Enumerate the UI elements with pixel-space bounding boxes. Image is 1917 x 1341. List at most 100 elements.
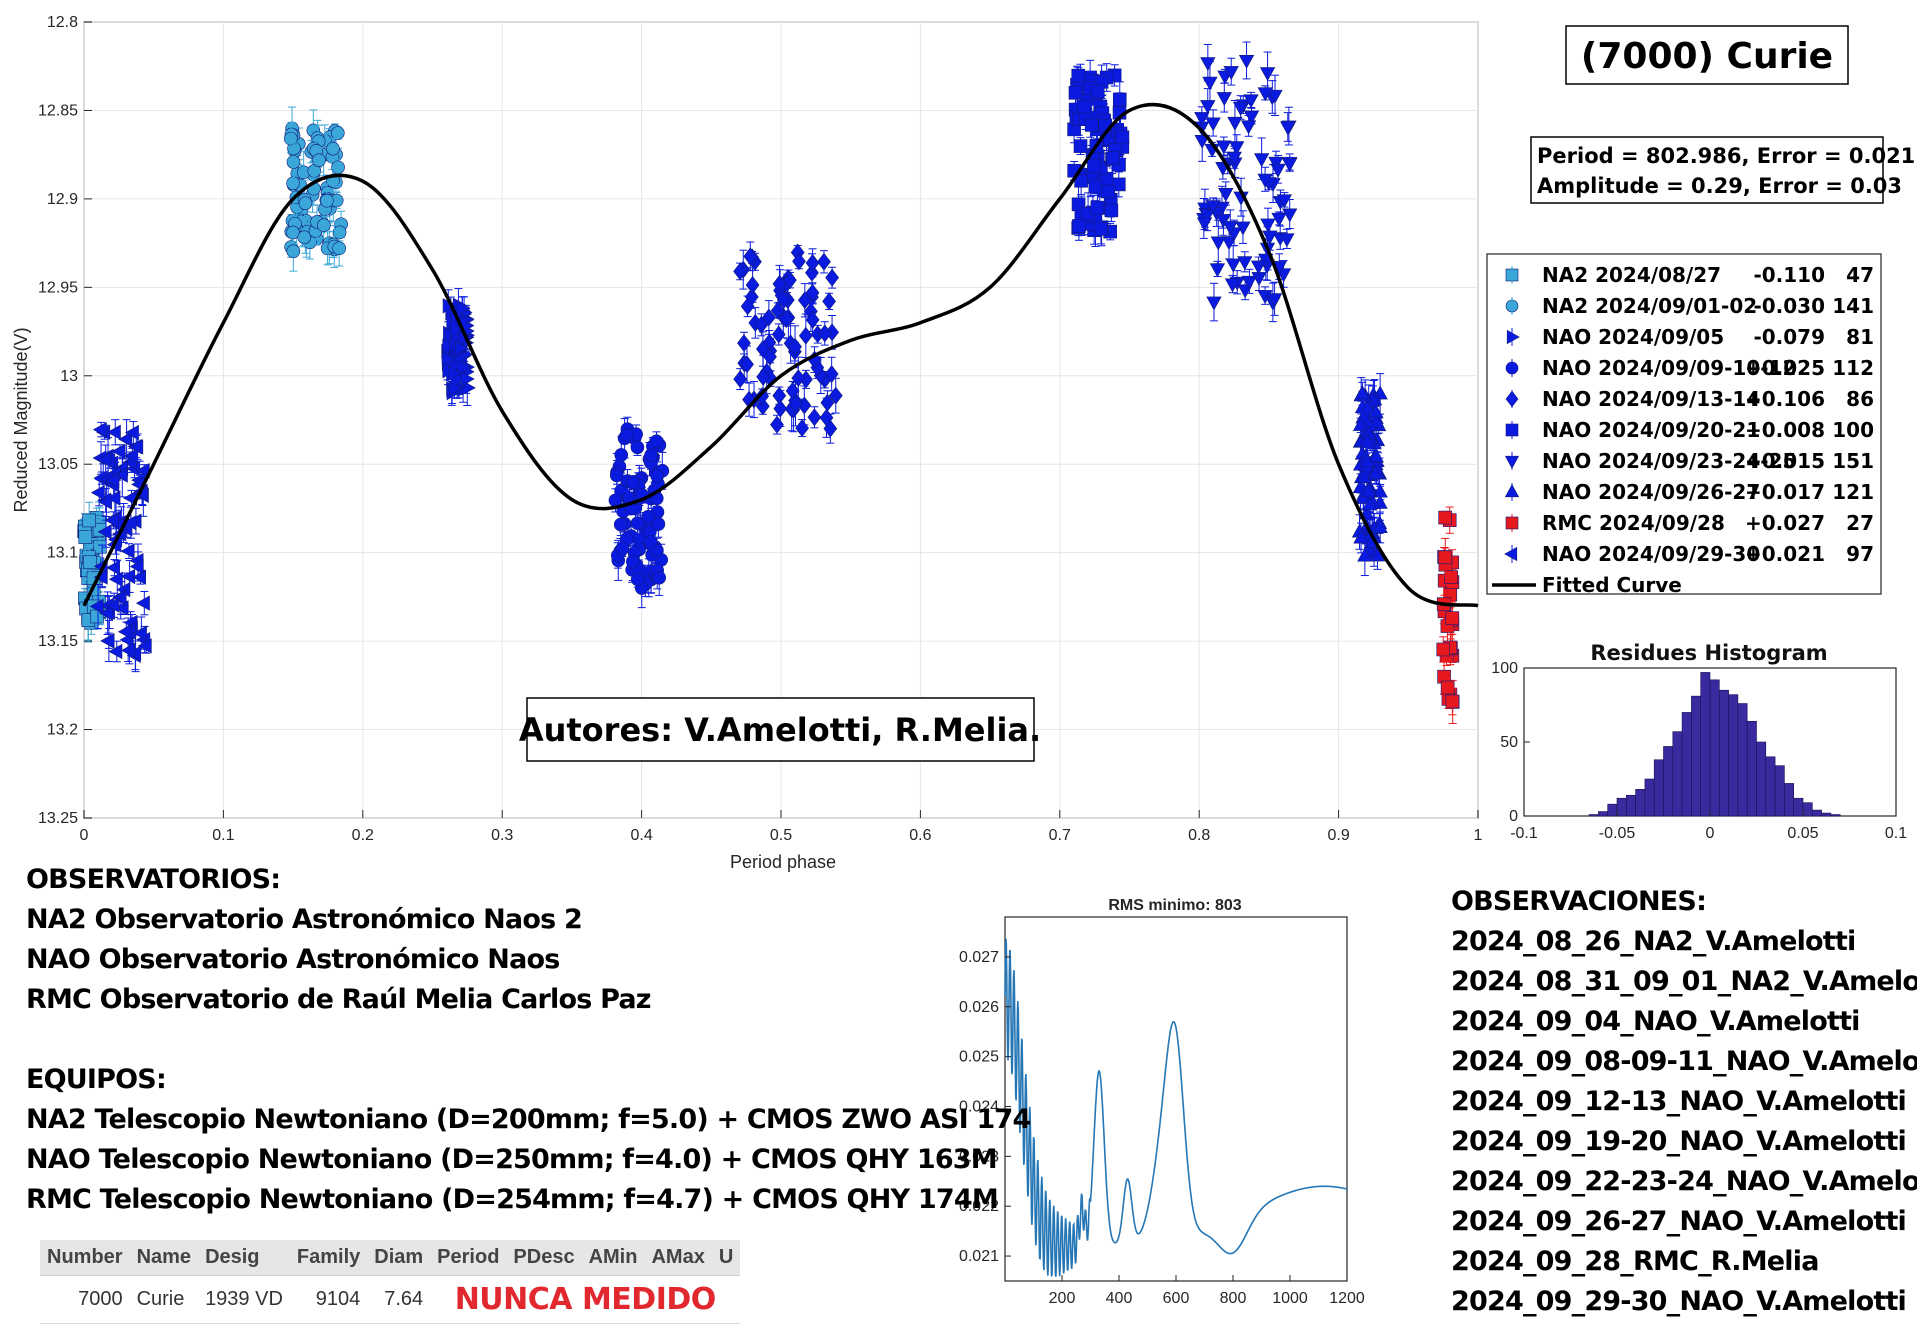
main-y-axis-label: Reduced Magnitude(V) (11, 327, 31, 512)
main-x-tick-label: 0.7 (1049, 827, 1071, 844)
data-point (1071, 68, 1086, 83)
object-title: (7000) Curie (1581, 36, 1833, 77)
histogram-bar (1607, 803, 1618, 817)
legend-marker (1505, 516, 1519, 530)
observacion-item: 2024_08_31_09_01_NA2_V.Amelotti (1451, 966, 1917, 997)
legend-entry: NA2 2024/09/01-02-0.030 141 (1505, 294, 1874, 318)
data-point (82, 513, 96, 528)
db-header-cell: Period (430, 1240, 507, 1276)
histogram-bar (1756, 741, 1767, 817)
legend-count: 100 (1832, 418, 1874, 442)
legend-count: 121 (1832, 480, 1874, 504)
observatorio-item: NAO Observatorio Astronómico Naos (26, 944, 560, 975)
db-header-cell: Desig (198, 1240, 290, 1276)
data-point (630, 516, 645, 531)
main-y-tick-label: 12.9 (47, 191, 78, 208)
legend-count: 97 (1846, 542, 1874, 566)
asteroid-db-table: Number Name Desig Family Diam Period PDe… (40, 1240, 741, 1324)
observaciones-heading: OBSERVACIONES: (1451, 886, 1707, 917)
legend-entry: NAO 2024/09/09-10-12+0.025 112 (1505, 356, 1874, 380)
main-y-tick-label: 13.1 (47, 545, 78, 562)
legend-offset: -0.110 (1753, 263, 1825, 287)
legend-marker (1505, 423, 1519, 437)
main-x-tick-label: 0.3 (491, 827, 513, 844)
data-point (613, 517, 628, 532)
data-point (1445, 611, 1460, 625)
histogram-x-tick-label: 0.05 (1787, 825, 1818, 842)
data-point (1094, 222, 1108, 236)
data-point (652, 570, 667, 585)
db-header-cell: U (711, 1240, 741, 1276)
legend-label: NAO 2024/09/29-30 (1542, 542, 1760, 566)
data-point (78, 530, 93, 544)
data-point (1090, 200, 1105, 215)
histogram-x-tick-label: -0.1 (1510, 825, 1538, 842)
histogram-bar (1709, 679, 1720, 817)
observacion-item: 2024_09_28_RMC_R.Melia (1451, 1246, 1819, 1277)
data-point (330, 126, 345, 140)
legend-label: NA2 2024/09/01-02 (1542, 294, 1757, 318)
histogram-bar (1784, 783, 1795, 817)
data-point (650, 468, 664, 483)
rms-y-tick-label: 0.026 (959, 999, 999, 1016)
main-y-tick-label: 12.85 (38, 102, 78, 119)
main-y-tick-label: 13 (60, 368, 78, 385)
observacion-item: 2024_09_08-09-11_NAO_V.Amelotti (1451, 1046, 1917, 1077)
data-point (651, 517, 666, 531)
legend-marker (1505, 268, 1519, 282)
main-x-tick-label: 0.9 (1327, 827, 1349, 844)
db-header-cell: Family (289, 1240, 368, 1276)
equipo-item: NA2 Telescopio Newtoniano (D=200mm; f=5.… (26, 1104, 1031, 1135)
rms-y-tick-label: 0.027 (959, 949, 999, 966)
histogram-bar (1616, 797, 1627, 817)
equipo-item: NAO Telescopio Newtoniano (D=250mm; f=4.… (26, 1144, 998, 1175)
main-y-tick-label: 13.25 (38, 810, 78, 827)
data-point (1438, 550, 1453, 565)
legend-offset: +0.025 (1745, 356, 1825, 380)
legend-offset: +0.017 (1745, 480, 1825, 504)
data-point (320, 193, 334, 208)
db-cell-name: Curie (129, 1275, 199, 1324)
main-x-tick-label: 1 (1474, 827, 1483, 844)
main-x-tick-label: 0.1 (212, 827, 234, 844)
data-point (317, 218, 331, 233)
data-point (1077, 99, 1091, 114)
rms-title: RMS minimo: 803 (1108, 897, 1241, 914)
observacion-item: 2024_09_22-23-24_NAO_V.Amelotti (1451, 1166, 1917, 1197)
db-row: 7000 Curie 1939 VD 9104 7.64 NUNCA MEDID… (40, 1275, 741, 1324)
legend-offset: +0.008 (1745, 418, 1825, 442)
data-point (626, 475, 640, 490)
main-x-tick-label: 0.5 (770, 827, 792, 844)
data-point (1438, 510, 1452, 525)
db-cell-family: 9104 (289, 1275, 368, 1324)
db-header-row: Number Name Desig Family Diam Period PDe… (40, 1240, 741, 1276)
observacion-item: 2024_09_19-20_NAO_V.Amelotti (1451, 1126, 1907, 1157)
data-point (331, 160, 345, 175)
legend-entry: NAO 2024/09/05 -0.079 81 (1506, 325, 1874, 349)
rms-x-tick-label: 200 (1049, 1290, 1076, 1307)
data-point (286, 244, 301, 259)
observaciones-block: OBSERVACIONES: 2024_08_26_NA2_V.Amelotti… (1451, 882, 1917, 1322)
data-point (1087, 159, 1101, 173)
data-point (1068, 85, 1083, 100)
histogram-y-tick-label: 0 (1509, 808, 1518, 825)
legend-offset: +0.106 (1745, 387, 1825, 411)
data-point (82, 555, 97, 570)
data-point (1445, 694, 1460, 709)
legend-label: NAO 2024/09/26-27 (1542, 480, 1760, 504)
db-header-cell: Name (129, 1240, 199, 1276)
legend-entry: NAO 2024/09/20-21+0.008 100 (1505, 418, 1874, 442)
histogram-bar (1812, 809, 1822, 817)
histogram-bar (1626, 794, 1636, 817)
data-point (1436, 642, 1451, 657)
main-y-tick-label: 12.95 (38, 279, 78, 296)
equipo-item: RMC Telescopio Newtoniano (D=254mm; f=4.… (26, 1184, 999, 1215)
data-point (1444, 570, 1459, 584)
legend-entry: NAO 2024/09/23-24-25+0.015 151 (1504, 449, 1874, 473)
main-x-axis-label: Period phase (730, 852, 836, 872)
observacion-item: 2024_09_26-27_NAO_V.Amelotti (1451, 1206, 1907, 1237)
data-point (1115, 130, 1130, 145)
observacion-item: 2024_09_04_NAO_V.Amelotti (1451, 1006, 1860, 1037)
histogram-bar (1719, 689, 1729, 817)
data-point (1112, 92, 1127, 107)
